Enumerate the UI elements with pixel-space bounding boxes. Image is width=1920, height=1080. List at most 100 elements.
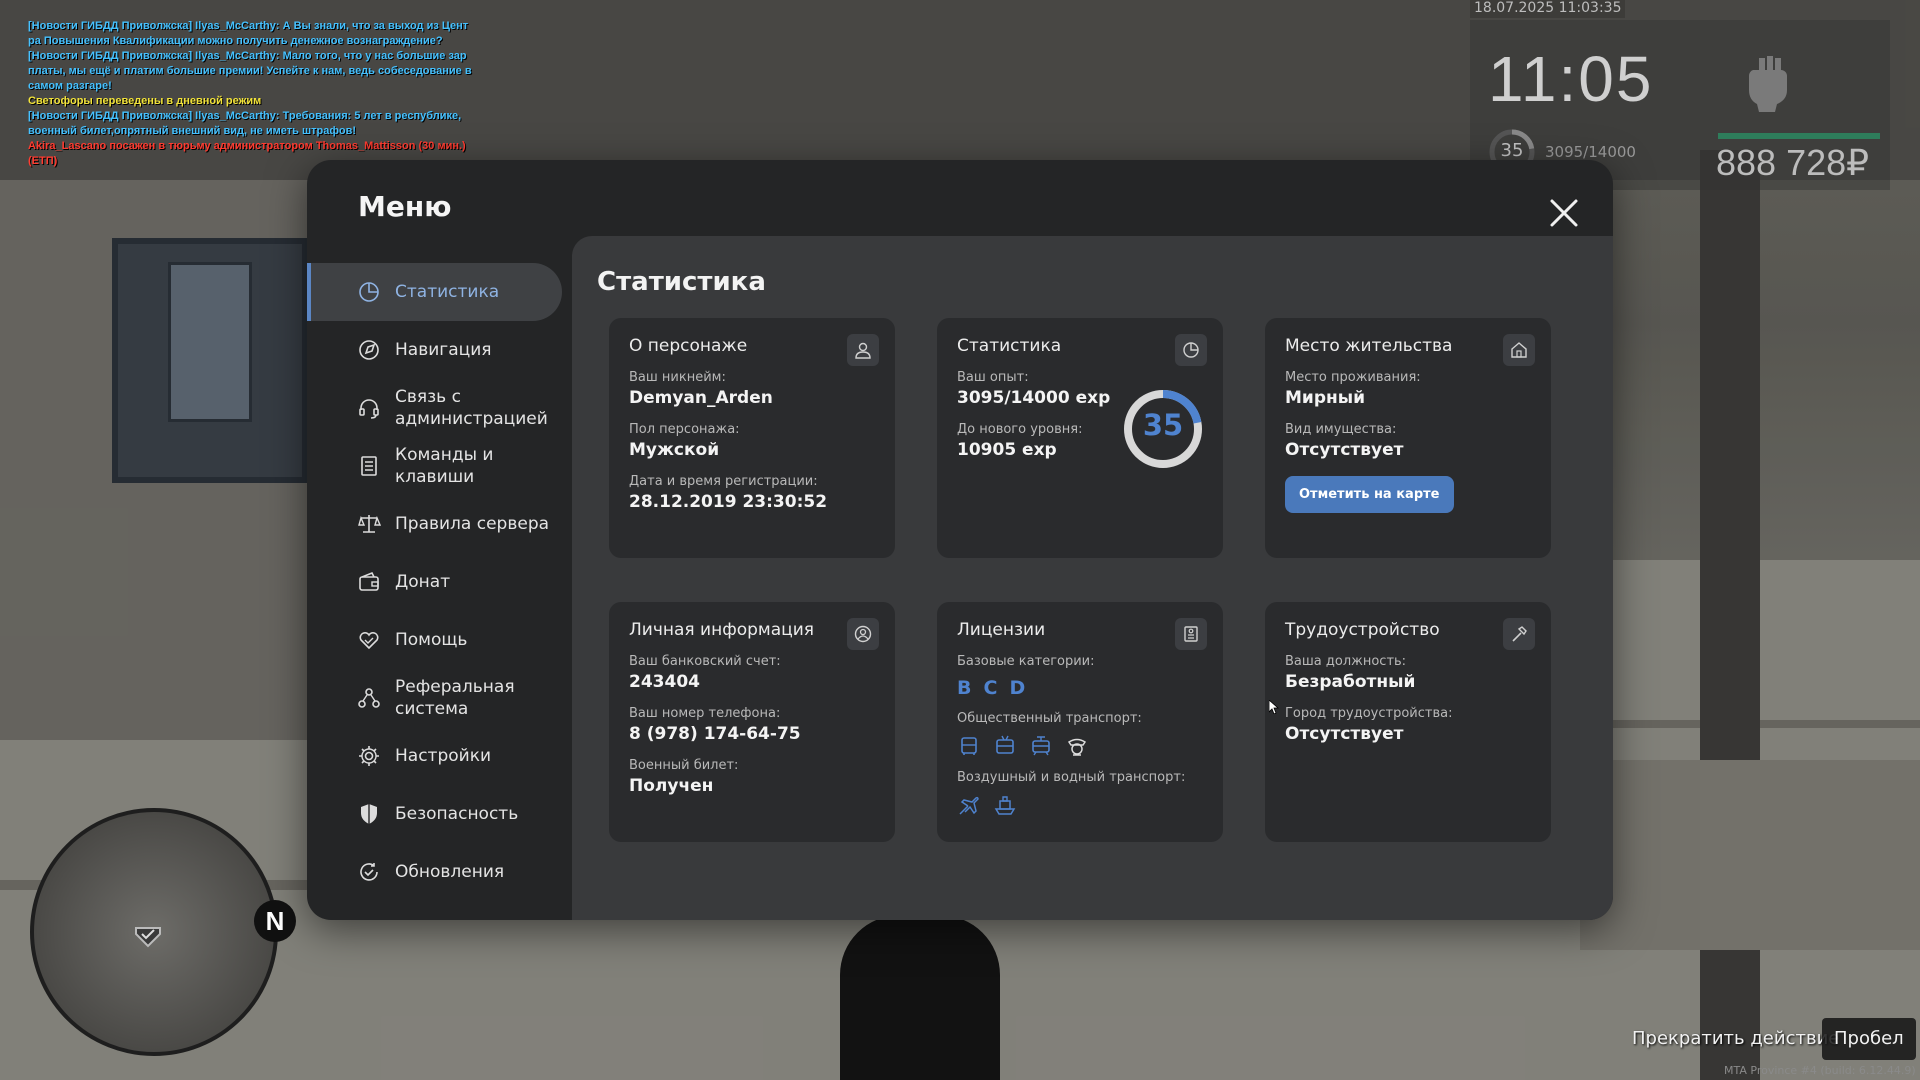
tram-icon	[1032, 736, 1050, 756]
registration-value: 28.12.2019 23:30:52	[629, 492, 828, 512]
headset-icon	[359, 399, 379, 419]
sidebar-item-rules[interactable]: Правила сервера	[307, 495, 562, 553]
sidebar-item-help[interactable]: Помощь	[307, 611, 562, 669]
hammer-icon	[1503, 618, 1535, 650]
mark-on-map-button[interactable]: Отметить на карте	[1285, 476, 1454, 513]
license-category: D	[1009, 677, 1026, 699]
base-categories-label: Базовые категории:	[957, 654, 1095, 669]
document-icon	[361, 456, 377, 476]
sidebar-item-statistics[interactable]: Статистика	[307, 263, 562, 321]
sidebar-item-label: Настройки	[395, 746, 492, 766]
player-marker-icon	[135, 927, 161, 948]
card-title: Личная информация	[629, 620, 815, 640]
sidebar-item-label: Связь с администрацией	[395, 387, 548, 429]
bank-value: 243404	[629, 672, 700, 692]
chat-line: Светофоры переведены в дневной режим	[28, 95, 262, 107]
section-title: Статистика	[597, 267, 766, 297]
hud-time: 11:05	[1488, 43, 1654, 115]
sidebar-nav: Статистика Навигация Связь с администрац…	[307, 263, 562, 901]
house-icon	[1503, 334, 1535, 366]
phone-value: 8 (978) 174-64-75	[629, 724, 801, 744]
air-water-icons	[957, 793, 1203, 817]
gender-value: Мужской	[629, 440, 720, 460]
card-character: О персонаже Ваш никнейм: Demyan_Arden По…	[609, 318, 895, 558]
pie-chart-icon	[359, 282, 379, 302]
sidebar-item-admin-contact[interactable]: Связь с администрацией	[307, 379, 562, 437]
sidebar-item-label: Команды и клавиши	[395, 445, 494, 487]
level-value: 35	[1142, 408, 1184, 442]
work-city-label: Город трудоустройства:	[1285, 706, 1453, 721]
position-label: Ваша должность:	[1285, 654, 1407, 669]
card-title: Место жительства	[1285, 336, 1453, 356]
exp-label: Ваш опыт:	[957, 370, 1029, 385]
sidebar-item-referral[interactable]: Реферальная система	[307, 669, 562, 727]
trolleybus-icon	[996, 735, 1014, 754]
sidebar-item-label: Обновления	[395, 862, 505, 882]
work-city-value: Отсутствует	[1285, 724, 1404, 744]
compass-icon	[359, 340, 379, 360]
phone-label: Ваш номер телефона:	[629, 706, 781, 721]
chat-line: военный билет,опрятный внешний вид, не и…	[28, 125, 356, 137]
pie-chart-icon	[1175, 334, 1207, 366]
action-hint-text: Прекратить действие	[1632, 1028, 1840, 1049]
gear-icon	[359, 746, 379, 766]
card-title: О персонаже	[629, 336, 748, 356]
hud-level: 35	[1500, 140, 1524, 161]
card-title: Статистика	[957, 336, 1062, 356]
build-info: MTA Province #4 (build: 6.12.44.9)	[1724, 1064, 1916, 1077]
stats-content: Статистика О персонаже Ваш никнейм: Demy…	[572, 236, 1613, 920]
close-icon[interactable]	[1544, 193, 1584, 233]
chat-line: самом разгаре!	[28, 80, 112, 92]
plane-icon	[959, 796, 979, 815]
shield-icon	[361, 804, 377, 824]
menu-modal: Меню Статистика Навигация Связь с админи…	[307, 160, 1613, 920]
menu-title: Меню	[358, 190, 452, 223]
license-categories: B C D	[957, 677, 1203, 699]
sidebar-item-settings[interactable]: Настройки	[307, 727, 562, 785]
mouse-cursor-icon	[1269, 700, 1279, 714]
refresh-check-icon	[360, 863, 378, 881]
chat-line: [Новости ГИБДД Приволжска] Ilyas_McCarth…	[28, 20, 469, 32]
action-hint-key[interactable]: Пробел	[1822, 1018, 1916, 1060]
place-label: Место проживания:	[1285, 370, 1421, 385]
user-circle-icon	[847, 618, 879, 650]
id-card-icon	[1175, 618, 1207, 650]
property-value: Отсутствует	[1285, 440, 1404, 460]
card-title: Лицензии	[957, 620, 1046, 640]
military-value: Получен	[629, 776, 714, 796]
card-licenses: Лицензии Базовые категории: B C D Общест…	[937, 602, 1223, 842]
sidebar-item-security[interactable]: Безопасность	[307, 785, 562, 843]
north-indicator: N	[254, 900, 296, 942]
taxi-driver-icon	[1067, 738, 1087, 756]
bus-icon	[961, 737, 977, 755]
sidebar-item-commands[interactable]: Команды и клавиши	[307, 437, 562, 495]
gender-label: Пол персонажа:	[629, 422, 740, 437]
chat-line: платы, мы ещё и платим большие премии! У…	[28, 65, 472, 77]
nickname-value: Demyan_Arden	[629, 388, 773, 408]
chat-line: [Новости ГИБДД Приволжска] Ilyas_McCarth…	[28, 110, 462, 122]
sidebar-item-label: Безопасность	[395, 804, 519, 824]
sidebar-item-label: Донат	[395, 572, 451, 592]
sidebar-item-navigation[interactable]: Навигация	[307, 321, 562, 379]
scales-icon	[358, 515, 381, 533]
sidebar-item-updates[interactable]: Обновления	[307, 843, 562, 901]
license-category: B	[957, 677, 972, 699]
bank-label: Ваш банковский счет:	[629, 654, 781, 669]
chat-line: ра Повышения Квалификации можно получить…	[28, 35, 443, 47]
hud-date: 18.07.2025 11:03:35	[1470, 0, 1625, 18]
chat-line: [Новости ГИБДД Приволжска] Ilyas_McCarth…	[28, 50, 467, 62]
property-label: Вид имущества:	[1285, 422, 1397, 437]
sidebar-item-label: Помощь	[395, 630, 468, 650]
license-category: C	[983, 677, 998, 699]
people-network-icon	[358, 688, 380, 708]
sidebar-item-donate[interactable]: Донат	[307, 553, 562, 611]
chat-line: Akira_Lascano посажен в тюрьму администр…	[28, 140, 466, 152]
sidebar-item-label: Навигация	[395, 340, 492, 360]
card-statistics: Статистика Ваш опыт: 3095/14000 exp До н…	[937, 318, 1223, 558]
fist-icon	[1748, 56, 1787, 112]
hud-money: 888 728₽	[1716, 142, 1870, 183]
position-value: Безработный	[1285, 672, 1416, 692]
card-residence: Место жительства Место проживания: Мирны…	[1265, 318, 1551, 558]
public-transport-icons	[957, 734, 1203, 758]
air-water-label: Воздушный и водный транспорт:	[957, 770, 1186, 785]
